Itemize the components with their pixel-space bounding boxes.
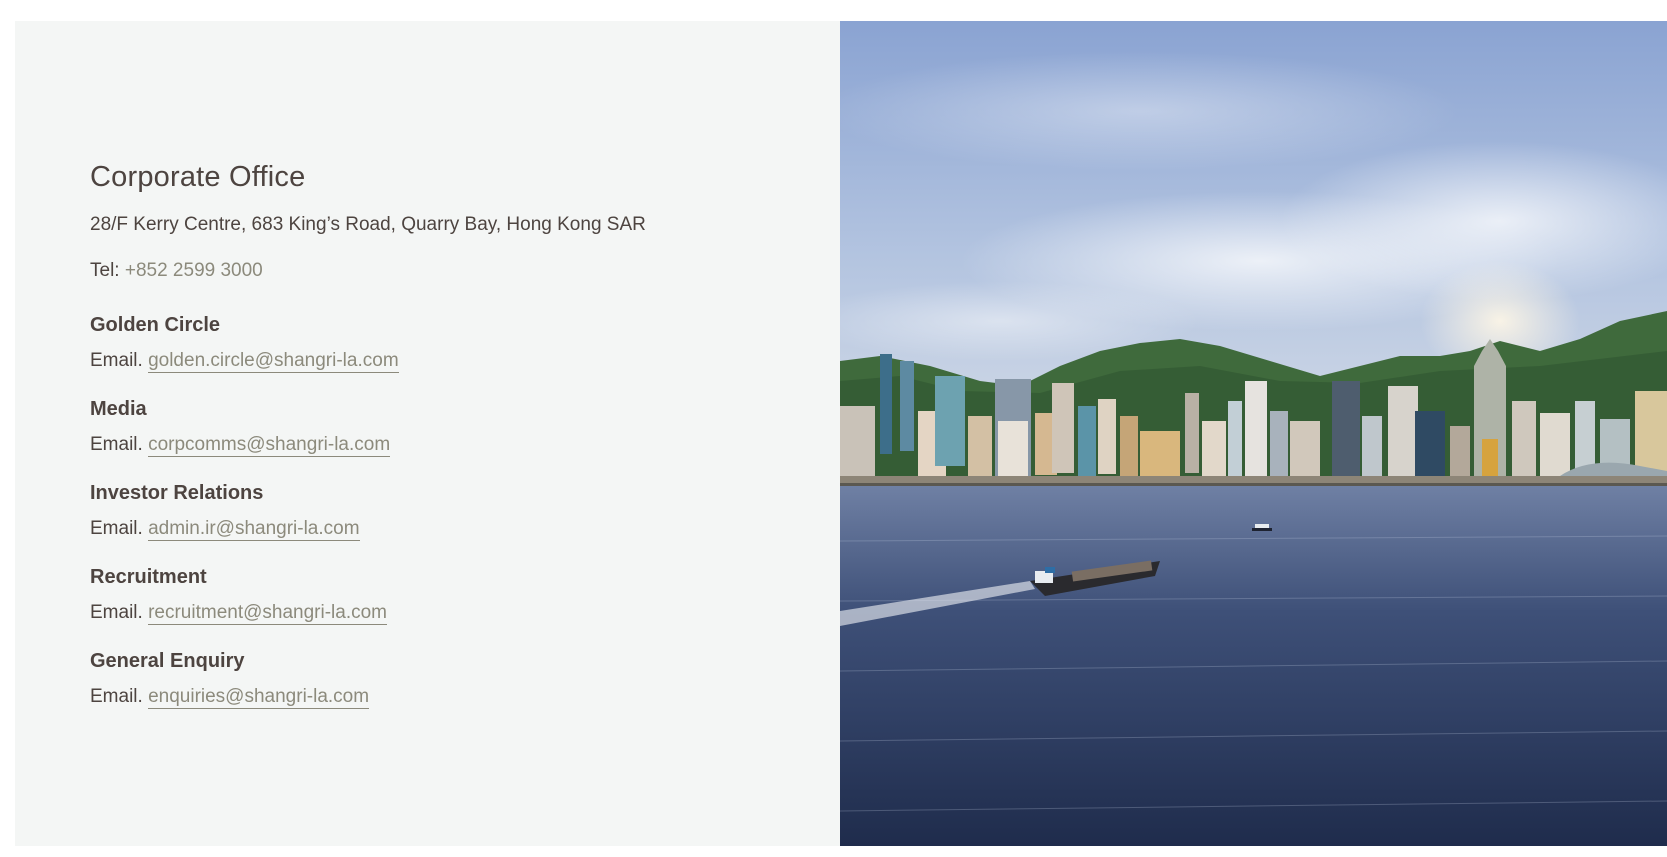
email-link[interactable]: admin.ir@shangri-la.com [148, 518, 360, 541]
section-title: Media [90, 398, 147, 420]
contact-general-enquiry: General Enquiry Email. enquiries@shangri… [90, 650, 840, 709]
office-title: Corporate Office [90, 161, 306, 193]
contact-info-panel: Corporate Office 28/F Kerry Centre, 683 … [15, 21, 840, 846]
section-title: Golden Circle [90, 314, 221, 336]
email-line: Email. corpcomms@shangri-la.com [90, 434, 840, 457]
section-title: Recruitment [90, 566, 207, 588]
office-address: 28/F Kerry Centre, 683 King’s Road, Quar… [90, 214, 646, 235]
skyline-illustration [840, 21, 1667, 846]
office-phone: Tel: +852 2599 3000 [90, 260, 840, 282]
email-label: Email. [90, 518, 149, 539]
section-title: Investor Relations [90, 482, 264, 504]
email-link[interactable]: corpcomms@shangri-la.com [148, 434, 391, 457]
email-line: Email. admin.ir@shangri-la.com [90, 518, 840, 541]
contact-media: Media Email. corpcomms@shangri-la.com [90, 398, 840, 457]
email-line: Email. recruitment@shangri-la.com [90, 602, 840, 625]
contact-recruitment: Recruitment Email. recruitment@shangri-l… [90, 566, 840, 625]
email-label: Email. [90, 602, 149, 623]
email-label: Email. [90, 350, 149, 371]
tel-label: Tel: [90, 260, 125, 281]
email-link[interactable]: golden.circle@shangri-la.com [148, 350, 399, 373]
email-link[interactable]: recruitment@shangri-la.com [148, 602, 387, 625]
contact-investor-relations: Investor Relations Email. admin.ir@shang… [90, 482, 840, 541]
tel-link[interactable]: +852 2599 3000 [125, 260, 263, 281]
email-label: Email. [90, 686, 149, 707]
email-link[interactable]: enquiries@shangri-la.com [148, 686, 370, 709]
contact-section: Corporate Office 28/F Kerry Centre, 683 … [15, 21, 1667, 846]
hong-kong-skyline-photo [840, 21, 1667, 846]
email-line: Email. golden.circle@shangri-la.com [90, 350, 840, 373]
contact-golden-circle: Golden Circle Email. golden.circle@shang… [90, 314, 840, 373]
email-line: Email. enquiries@shangri-la.com [90, 686, 840, 709]
section-title: General Enquiry [90, 650, 245, 672]
email-label: Email. [90, 434, 149, 455]
